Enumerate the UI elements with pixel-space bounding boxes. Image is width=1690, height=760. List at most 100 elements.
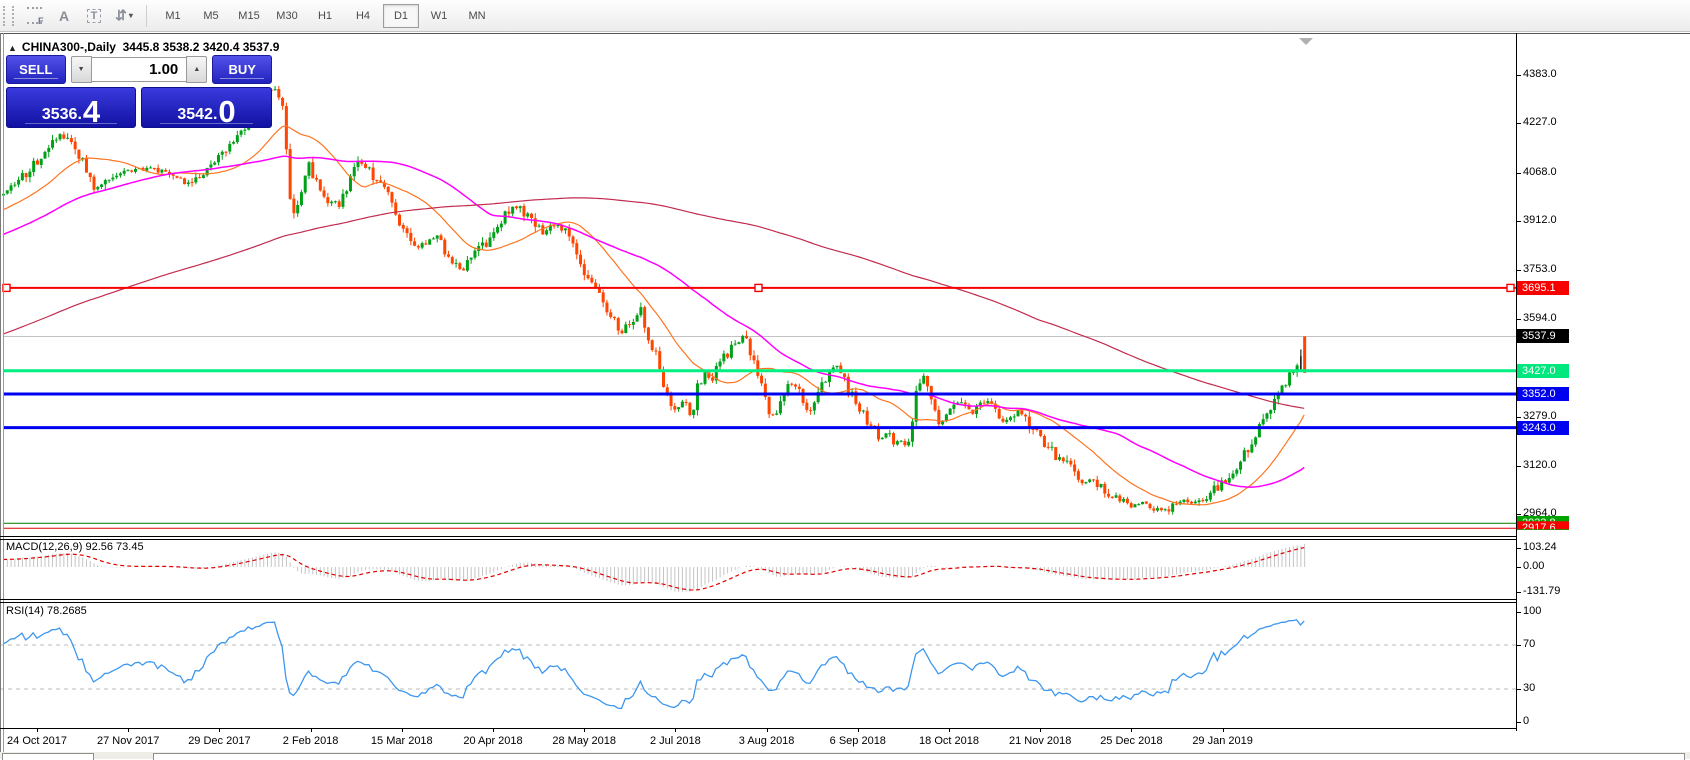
timeframe-button-W1[interactable]: W1 [421, 4, 457, 28]
rsi-tick-mark [1516, 645, 1521, 646]
price-tick-mark [1516, 221, 1521, 222]
price-badge: 3695.1 [1517, 281, 1569, 295]
date-axis-label: 29 Jan 2019 [1181, 735, 1265, 747]
symbol-period-label: CHINA300-,Daily [22, 40, 116, 54]
sell-button[interactable]: SELL [6, 55, 66, 84]
timeframe-button-M5[interactable]: M5 [193, 4, 229, 28]
price-axis-tick: 4068.0 [1523, 166, 1557, 178]
price-tick-mark [1516, 270, 1521, 271]
moving-average-200 [3, 198, 1304, 408]
spinner-up-icon: ▲ [193, 66, 200, 73]
top-toolbar: F A T ⇵ ▾ M1M5M15M30H1H4D1W1MN [0, 0, 1690, 32]
date-axis-label: 18 Oct 2018 [907, 735, 991, 747]
toolbar-separator [146, 5, 147, 27]
timeframe-button-M1[interactable]: M1 [155, 4, 191, 28]
date-axis-label: 29 Dec 2017 [177, 735, 261, 747]
arrows-button[interactable]: ⇵ ▾ [111, 4, 137, 28]
price-badge: 3537.9 [1517, 329, 1569, 343]
line-handle [3, 284, 10, 291]
macd-axis-tick: -131.79 [1523, 585, 1560, 597]
timeframe-group: M1M5M15M30H1H4D1W1MN [154, 4, 496, 28]
timeframe-button-MN[interactable]: MN [459, 4, 495, 28]
rsi-axis-tick: 70 [1523, 638, 1535, 650]
date-axis-label: 6 Sep 2018 [816, 735, 900, 747]
price-tick-mark [1516, 173, 1521, 174]
timeframe-button-H1[interactable]: H1 [307, 4, 343, 28]
macd-label: MACD(12,26,9) 92.56 73.45 [6, 541, 144, 553]
sell-price-tile[interactable]: 3536.4 [6, 87, 136, 128]
date-axis-label: 21 Nov 2018 [998, 735, 1082, 747]
text-box-button[interactable]: T [81, 4, 107, 28]
price-axis-tick: 4383.0 [1523, 68, 1557, 80]
macd-axis-tick: 103.24 [1523, 541, 1557, 553]
timeframe-button-M15[interactable]: M15 [231, 4, 267, 28]
date-axis-line [0, 728, 1517, 729]
date-axis-label: 2 Jul 2018 [633, 735, 717, 747]
text-box-icon: T [87, 9, 102, 23]
price-tick-mark [1516, 417, 1521, 418]
buy-button[interactable]: BUY [212, 55, 272, 84]
price-tick-mark [1516, 466, 1521, 467]
macd-indicator-pane[interactable] [0, 540, 1516, 599]
rsi-tick-mark [1516, 612, 1521, 613]
date-axis-label: 2 Feb 2018 [269, 735, 353, 747]
macd-tick-mark [1516, 592, 1521, 593]
rsi-tick-mark [1516, 689, 1521, 690]
timeframe-button-M30[interactable]: M30 [269, 4, 305, 28]
pane-separator[interactable] [0, 602, 1517, 603]
pane-separator[interactable] [0, 539, 1517, 540]
price-tick-mark [1516, 514, 1521, 515]
rsi-axis-tick: 100 [1523, 605, 1541, 617]
price-badge: 3427.0 [1517, 364, 1569, 378]
date-axis-label: 20 Apr 2018 [451, 735, 535, 747]
rsi-indicator-pane[interactable] [0, 603, 1516, 728]
price-axis-line [1516, 33, 1517, 731]
date-axis-label: 28 May 2018 [542, 735, 626, 747]
volume-input[interactable]: 1.00 [92, 57, 187, 82]
chart-window-border-left [0, 33, 1, 759]
date-axis-label: 15 Mar 2018 [360, 735, 444, 747]
one-click-collapse-icon[interactable]: ▲ [8, 43, 17, 53]
chevron-down-icon: ▾ [129, 11, 133, 20]
toolbar-grip[interactable] [3, 6, 14, 26]
price-tick-mark [1516, 123, 1521, 124]
timeframe-button-H4[interactable]: H4 [345, 4, 381, 28]
rsi-axis-tick: 30 [1523, 682, 1535, 694]
pane-separator[interactable] [0, 599, 1517, 600]
macd-tick-mark [1516, 548, 1521, 549]
text-label-button[interactable]: A [51, 4, 77, 28]
one-click-trading-panel: SELL ▼ 1.00 ▲ BUY 3536.4 3542.0 [6, 55, 272, 128]
text-label-icon: A [59, 8, 69, 24]
candles-group [2, 86, 1306, 515]
timeframe-button-D1[interactable]: D1 [383, 4, 419, 28]
buy-price-tile[interactable]: 3542.0 [141, 87, 272, 128]
date-axis-label: 27 Nov 2017 [86, 735, 170, 747]
price-axis-tick: 3120.0 [1523, 459, 1557, 471]
line-handle [755, 284, 762, 291]
template-icon: F [27, 7, 42, 24]
price-badge: 3243.0 [1517, 421, 1569, 435]
pane-separator[interactable] [0, 536, 1517, 537]
indicator-template-button[interactable]: F [21, 4, 47, 28]
date-axis-label: 3 Aug 2018 [725, 735, 809, 747]
rsi-label: RSI(14) 78.2685 [6, 605, 87, 617]
macd-axis-tick: 0.00 [1523, 560, 1544, 572]
line-handle [1507, 284, 1514, 291]
price-badge: 2917.6 [1517, 521, 1569, 535]
price-badge: 3352.0 [1517, 387, 1569, 401]
moving-average-55 [3, 156, 1304, 487]
arrows-icon: ⇵ [115, 7, 127, 24]
chart-window-border [0, 33, 1690, 34]
price-axis-tick: 3753.0 [1523, 263, 1557, 275]
moving-average-21 [3, 126, 1304, 505]
rsi-axis-tick: 0 [1523, 715, 1529, 727]
volume-increase-button[interactable]: ▲ [186, 56, 207, 83]
rsi-line [3, 620, 1304, 709]
price-tick-mark [1516, 75, 1521, 76]
volume-decrease-button[interactable]: ▼ [71, 56, 92, 83]
chart-window-border-left-inner [3, 33, 4, 752]
date-axis-label: 25 Dec 2018 [1089, 735, 1173, 747]
price-tick-mark [1516, 319, 1521, 320]
macd-tick-mark [1516, 567, 1521, 568]
price-axis-tick: 3594.0 [1523, 312, 1557, 324]
